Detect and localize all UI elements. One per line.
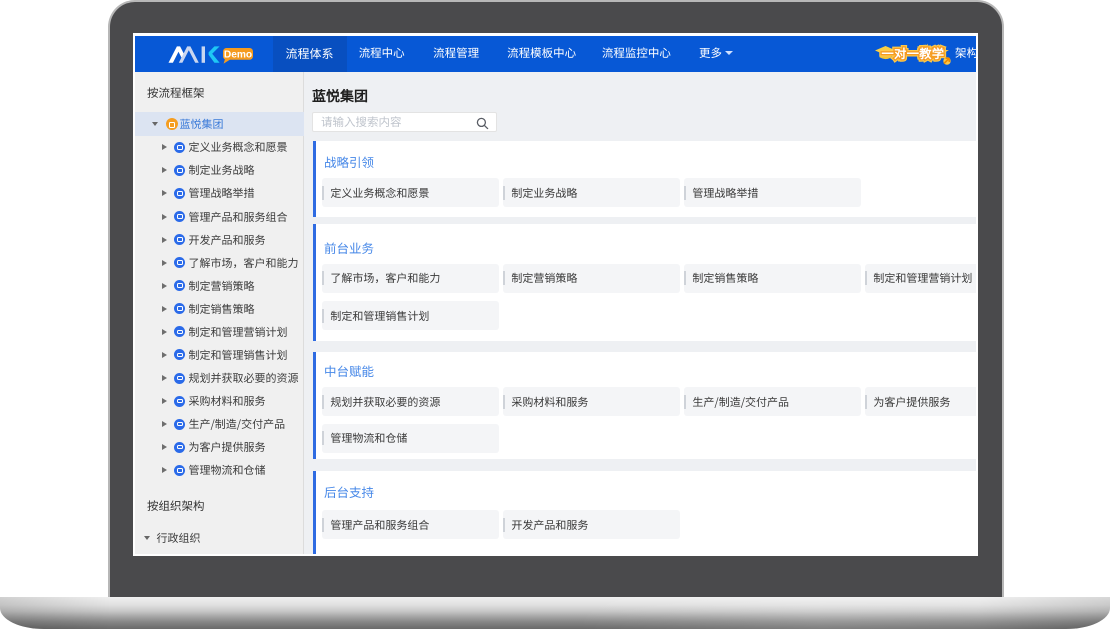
svg-text:一对一教学: 一对一教学: [882, 44, 945, 62]
svg-text:Demo: Demo: [224, 49, 252, 60]
